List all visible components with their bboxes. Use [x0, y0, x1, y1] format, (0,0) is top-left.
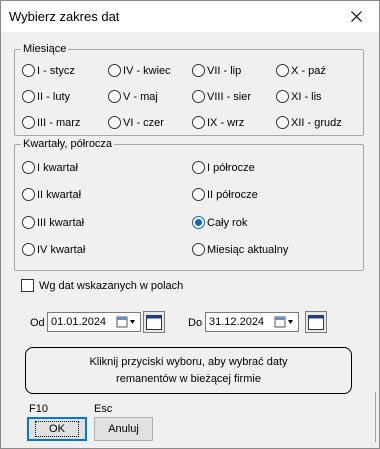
from-date-dropdown[interactable]: [114, 313, 140, 331]
calendar-icon: [146, 314, 162, 330]
radio-label: II półrocze: [207, 188, 258, 201]
radio-h1[interactable]: I półrocze: [192, 161, 255, 174]
radio-circle: [108, 116, 121, 129]
radio-label: XII - grudz: [291, 116, 342, 129]
cancel-hotkey: Esc: [94, 403, 113, 415]
radio-label: VII - lip: [207, 64, 242, 77]
radio-label: VIII - sier: [207, 90, 252, 103]
radio-circle: [192, 64, 205, 77]
radio-circle: [192, 116, 205, 129]
radio-circle: [192, 161, 205, 174]
radio-circle: [108, 64, 121, 77]
info-box: Kliknij przyciski wyboru, aby wybrać dat…: [25, 347, 352, 394]
radio-current-month[interactable]: Miesiąc aktualny: [192, 243, 288, 256]
window-title: Wybierz zakres dat: [9, 9, 120, 24]
radio-label: I - stycz: [37, 64, 75, 77]
to-label: Do: [188, 317, 203, 329]
radio-q4[interactable]: IV kwartał: [22, 243, 85, 256]
calendar-dropdown-icon: [274, 316, 293, 328]
radio-circle-selected: [192, 216, 205, 229]
radio-month-8[interactable]: VIII - sier: [192, 90, 251, 103]
calendar-dropdown-icon: [116, 316, 135, 328]
dialog-body: Miesiące I - stycz IV - kwiec VII - lip …: [2, 32, 378, 448]
ok-button-label: OK: [35, 421, 79, 437]
from-date-value: 01.01.2024: [51, 316, 107, 328]
divider: [375, 392, 376, 442]
radio-circle: [22, 116, 35, 129]
close-button[interactable]: [333, 1, 379, 32]
radio-month-1[interactable]: I - stycz: [22, 64, 75, 77]
radio-circle: [192, 188, 205, 201]
to-calendar-button[interactable]: [305, 311, 327, 333]
radio-circle: [22, 161, 35, 174]
radio-label: IV - kwiec: [123, 64, 171, 77]
from-date-field[interactable]: 01.01.2024: [47, 312, 141, 332]
radio-label: XI - lis: [291, 90, 322, 103]
radio-h2[interactable]: II półrocze: [192, 188, 258, 201]
range-checkbox[interactable]: Wg dat wskazanych w polach: [21, 279, 183, 292]
from-calendar-button[interactable]: [143, 311, 165, 333]
radio-label: V - maj: [123, 90, 158, 103]
radio-label: III kwartał: [37, 216, 85, 229]
months-legend: Miesiące: [23, 43, 67, 55]
radio-month-7[interactable]: VII - lip: [192, 64, 241, 77]
from-label: Od: [30, 317, 45, 329]
radio-label: IV kwartał: [37, 243, 86, 256]
radio-circle: [22, 216, 35, 229]
radio-q1[interactable]: I kwartał: [22, 161, 78, 174]
radio-circle: [192, 243, 205, 256]
radio-circle: [192, 90, 205, 103]
to-date-dropdown[interactable]: [272, 313, 298, 331]
radio-label: III - marz: [37, 116, 81, 129]
radio-label: X - paź: [291, 64, 326, 77]
radio-circle: [276, 90, 289, 103]
radio-month-2[interactable]: II - luty: [22, 90, 70, 103]
radio-q3[interactable]: III kwartał: [22, 216, 84, 229]
radio-label: II - luty: [37, 90, 71, 103]
title-bar: Wybierz zakres dat: [1, 1, 379, 32]
radio-circle: [276, 116, 289, 129]
to-date-field[interactable]: 31.12.2024: [205, 312, 299, 332]
dialog-window: Wybierz zakres dat Miesiące I - stycz IV…: [0, 0, 380, 449]
periods-legend: Kwartały, półrocza: [23, 138, 113, 150]
to-date-value: 31.12.2024: [209, 316, 265, 328]
radio-full-year[interactable]: Cały rok: [192, 216, 247, 229]
radio-month-5[interactable]: V - maj: [108, 90, 158, 103]
radio-circle: [22, 188, 35, 201]
close-icon: [350, 11, 362, 22]
radio-label: I półrocze: [207, 161, 255, 174]
radio-month-3[interactable]: III - marz: [22, 116, 80, 129]
cancel-button-label: Anuluj: [108, 423, 139, 435]
radio-circle: [22, 64, 35, 77]
radio-month-9[interactable]: IX - wrz: [192, 116, 244, 129]
cancel-button[interactable]: Anuluj: [94, 417, 153, 441]
radio-label: IX - wrz: [207, 116, 245, 129]
ok-button[interactable]: OK: [27, 417, 87, 441]
radio-month-12[interactable]: XII - grudz: [276, 116, 342, 129]
radio-label: Miesiąc aktualny: [207, 243, 289, 256]
info-line-1: Kliknij przyciski wyboru, aby wybrać dat…: [89, 356, 288, 368]
ok-hotkey: F10: [29, 403, 48, 415]
radio-month-11[interactable]: XI - lis: [276, 90, 322, 103]
radio-q2[interactable]: II kwartał: [22, 188, 81, 201]
radio-month-6[interactable]: VI - czer: [108, 116, 164, 129]
radio-label: VI - czer: [123, 116, 164, 129]
radio-label: Cały rok: [207, 216, 248, 229]
calendar-icon: [308, 314, 324, 330]
radio-month-10[interactable]: X - paź: [276, 64, 326, 77]
radio-circle: [276, 64, 289, 77]
info-line-2: remanentów w bieżącej firmie: [116, 373, 261, 385]
radio-circle: [22, 90, 35, 103]
radio-label: II kwartał: [37, 188, 82, 201]
range-checkbox-label: Wg dat wskazanych w polach: [39, 279, 184, 292]
checkbox-box: [21, 279, 34, 292]
radio-month-4[interactable]: IV - kwiec: [108, 64, 171, 77]
radio-label: I kwartał: [37, 161, 78, 174]
radio-circle: [108, 90, 121, 103]
radio-circle: [22, 243, 35, 256]
